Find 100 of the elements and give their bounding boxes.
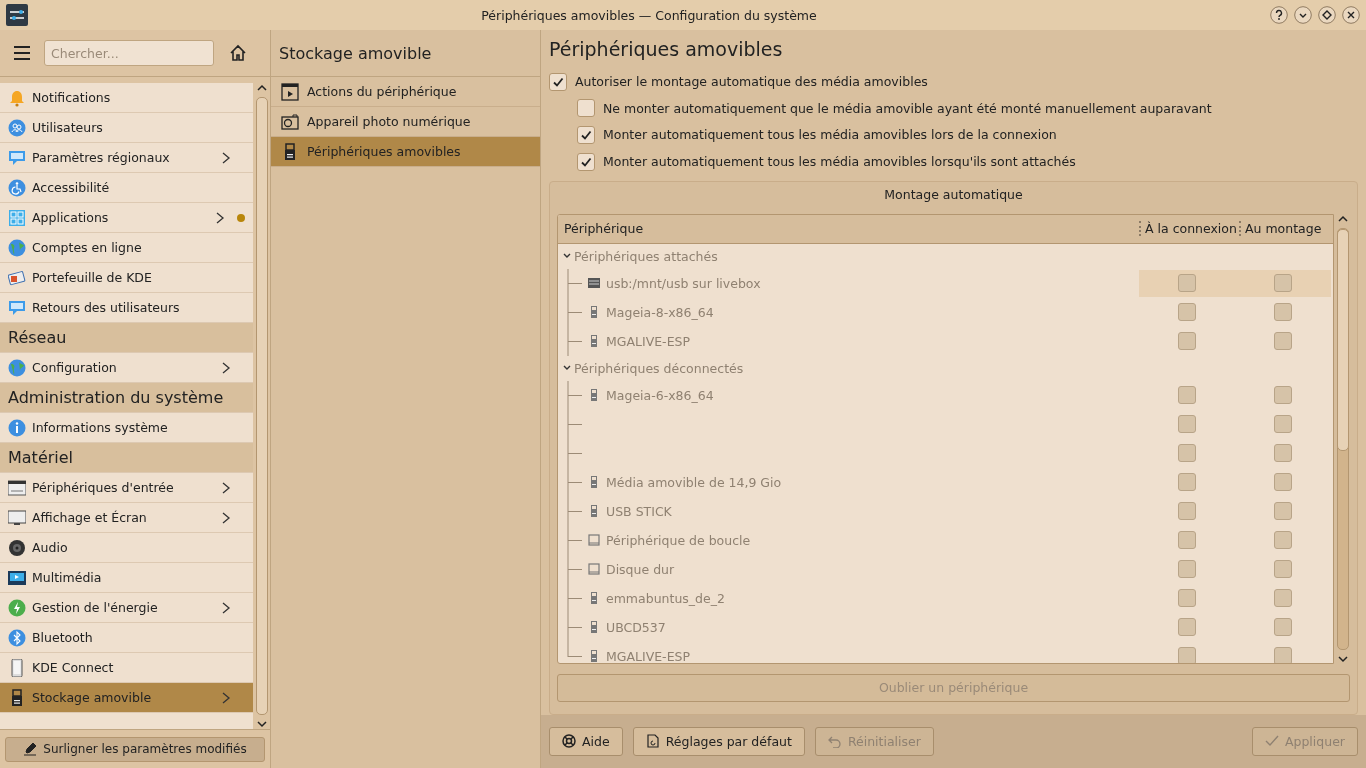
checkbox[interactable] [1274,647,1292,663]
highlight-changes-button[interactable]: Surligner les paramètres modifiés [5,736,265,762]
minimize-icon[interactable] [1294,6,1312,24]
sidebar-item[interactable]: Bluetooth [0,623,253,653]
checkbox[interactable] [1274,560,1292,579]
checkbox[interactable] [1178,531,1196,550]
column-header[interactable]: À la connexion [1139,221,1239,237]
checkbox-label[interactable]: Ne monter automatiquement que le média amovible ayant été monté manuellement auparavant [603,100,1212,116]
sidebar-item[interactable]: Accessibilité [0,173,253,203]
usb-stick-icon [588,592,600,605]
checkbox[interactable] [1274,303,1292,322]
checkbox[interactable] [1178,444,1196,463]
undo-icon [827,734,842,749]
section-header: Matériel [0,443,253,473]
group-title: Montage automatique [883,186,1024,205]
checkbox[interactable] [1274,473,1292,492]
document-icon [645,734,660,749]
scroll-down-icon[interactable] [255,719,268,729]
page-title: Périphériques amovibles [549,37,784,63]
phone-icon [8,658,26,677]
sidebar-item[interactable]: Applications [0,203,253,233]
checkmark-icon [580,128,592,141]
checkmark-icon [552,75,564,88]
sidebar-item[interactable]: Multimédia [0,563,253,593]
checkbox[interactable] [1274,274,1292,293]
bell-icon [8,88,26,107]
checkbox[interactable] [1178,332,1196,351]
checkbox[interactable] [1178,647,1196,663]
sidebar-item[interactable]: Notifications [0,83,253,113]
checkbox[interactable] [1274,589,1292,608]
play-icon [281,82,299,101]
checkbox[interactable] [549,72,567,91]
action-button[interactable]: Réglages par défaut [632,726,805,756]
sidebar-item[interactable]: Gestion de l'énergie [0,593,253,623]
sidebar-item[interactable]: Stockage amovible [0,683,253,713]
checkbox[interactable] [1274,332,1292,351]
sidebar-item[interactable]: Audio [0,533,253,563]
close-icon[interactable] [1342,6,1360,24]
sidebar-item[interactable]: Portefeuille de KDE [0,263,253,293]
module-item[interactable]: Périphériques amovibles [271,137,540,167]
speech-bubble-icon [8,298,26,317]
speaker-icon [8,538,26,557]
module-item[interactable]: Actions du périphérique [271,77,540,107]
checkbox[interactable] [1178,618,1196,637]
help-icon[interactable] [1270,6,1288,24]
checkbox[interactable] [1178,589,1196,608]
keyboard-icon [8,478,26,497]
sidebar-item[interactable]: Paramètres régionaux [0,143,253,173]
sidebar-item[interactable]: Périphériques d'entrée [0,473,253,503]
settings-app-icon [6,4,28,26]
checkbox[interactable] [577,152,595,171]
usb-stick-icon [588,306,600,319]
checkbox-label[interactable]: Monter automatiquement tous les média amovibles lors de la connexion [603,127,1057,143]
scrollbar-track[interactable] [1337,227,1349,650]
search-field[interactable]: Chercher... [44,40,214,66]
checkbox[interactable] [1178,560,1196,579]
checkbox[interactable] [1274,502,1292,521]
action-button[interactable]: Aide [549,726,623,756]
bluetooth-icon [8,628,26,647]
column-header[interactable]: Au montage [1239,221,1333,237]
checkbox[interactable] [1274,386,1292,405]
window-title: Périphériques amovibles — Configuration du système [480,7,818,23]
lifebuoy-icon [562,734,576,749]
wallet-icon [8,268,26,287]
checkbox[interactable] [1274,531,1292,550]
checkbox[interactable] [1178,502,1196,521]
monitor-icon [8,508,26,527]
scroll-down-icon[interactable] [1337,653,1349,664]
checkbox-label[interactable]: Monter automatiquement tous les média amovibles lorsqu'ils sont attachés [603,154,1076,169]
sidebar-item[interactable]: Utilisateurs [0,113,253,143]
panel-title: Stockage amovible [271,30,540,77]
usb-stick-icon [588,505,600,518]
checkbox[interactable] [577,99,595,118]
maximize-icon[interactable] [1318,6,1336,24]
section-header: Réseau [0,323,253,353]
scrollbar-track[interactable] [255,97,268,715]
checkbox[interactable] [1274,618,1292,637]
checkbox[interactable] [1178,303,1196,322]
drive-icon [588,277,600,290]
checkbox[interactable] [1178,415,1196,434]
scroll-up-icon[interactable] [255,83,268,93]
checkbox[interactable] [577,125,595,144]
scroll-up-icon[interactable] [1337,213,1349,224]
lightning-icon [8,598,26,617]
camera-icon [281,112,299,131]
checkmark-icon [1264,734,1279,749]
column-header[interactable]: Périphérique [558,221,1139,237]
checkbox[interactable] [1274,444,1292,463]
usb-stick-icon [588,335,600,348]
checkbox[interactable] [1178,386,1196,405]
checkbox[interactable] [1274,415,1292,434]
highlighter-icon [23,742,38,756]
checkbox[interactable] [1178,274,1196,293]
scrollbar-thumb[interactable] [1337,228,1349,451]
menu-icon[interactable] [12,43,32,63]
home-icon[interactable] [228,43,248,63]
checkbox[interactable] [1178,473,1196,492]
sidebar-item[interactable]: Affichage et Écran [0,503,253,533]
checkbox-label[interactable]: Autoriser le montage automatique des média amovibles [575,74,928,90]
sidebar-item[interactable]: Comptes en ligne [0,233,253,263]
